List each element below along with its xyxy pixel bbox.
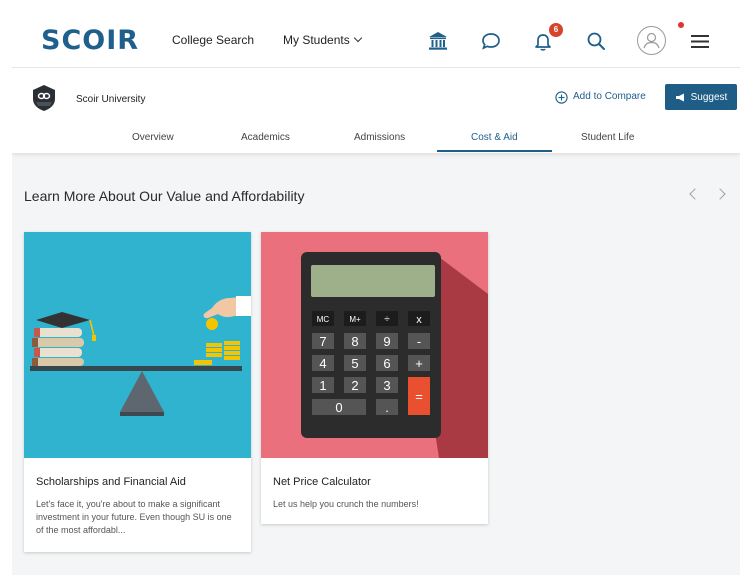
add-to-compare-label: Add to Compare xyxy=(573,91,646,102)
section-title: Learn More About Our Value and Affordabi… xyxy=(24,188,305,204)
calc-key: 0 xyxy=(335,400,342,415)
menu-alert-dot xyxy=(678,22,684,28)
school-name: Scoir University xyxy=(76,94,146,105)
school-header: Scoir University Add to Compare Suggest … xyxy=(12,68,740,154)
nav-college-search[interactable]: College Search xyxy=(172,33,254,47)
calc-key: MC xyxy=(317,315,330,324)
calculator-illustration: MC M+ ÷ x 7 8 9 - 4 5 6 + 1 2 3 = 0 . xyxy=(261,232,488,458)
calc-key: 3 xyxy=(383,378,390,393)
tab-student-life[interactable]: Student Life xyxy=(581,132,634,144)
calc-key: 4 xyxy=(319,356,326,371)
add-to-compare-button[interactable]: Add to Compare xyxy=(555,90,646,104)
calc-key: ÷ xyxy=(384,314,390,325)
tab-cost-aid[interactable]: Cost & Aid xyxy=(471,132,518,144)
nav-my-students[interactable]: My Students xyxy=(283,33,362,47)
menu-icon[interactable] xyxy=(687,28,713,54)
calc-key: = xyxy=(415,389,423,404)
card-scholarships[interactable]: Scholarships and Financial Aid Let's fac… xyxy=(24,232,251,552)
tab-overview[interactable]: Overview xyxy=(132,132,174,144)
calc-key: - xyxy=(417,334,421,349)
calc-key: 7 xyxy=(319,334,326,349)
card-description: Let us help you crunch the numbers! xyxy=(273,499,419,509)
tab-admissions[interactable]: Admissions xyxy=(354,132,405,144)
suggest-button[interactable]: Suggest xyxy=(665,84,737,110)
card-title: Scholarships and Financial Aid xyxy=(36,476,186,488)
scale-illustration xyxy=(24,232,251,458)
app-frame: SCOIR College Search My Students 6 Scoir… xyxy=(12,14,740,575)
card-description: Let's face it, you're about to make a si… xyxy=(36,499,232,535)
megaphone-icon xyxy=(675,93,684,101)
plus-circle-icon xyxy=(555,90,568,104)
calc-key: 5 xyxy=(351,356,358,371)
suggest-label: Suggest xyxy=(690,91,728,103)
search-icon[interactable] xyxy=(583,28,609,54)
chat-icon[interactable] xyxy=(478,28,504,54)
card-title: Net Price Calculator xyxy=(273,476,371,488)
calc-key: . xyxy=(385,400,389,415)
chevron-down-icon xyxy=(353,33,362,43)
chevron-left-icon[interactable] xyxy=(689,188,701,200)
calc-key: M+ xyxy=(349,315,361,324)
calc-key: 6 xyxy=(383,356,390,371)
tab-academics[interactable]: Academics xyxy=(241,132,290,144)
avatar[interactable] xyxy=(637,26,666,55)
notification-badge: 6 xyxy=(549,23,563,37)
chevron-right-icon[interactable] xyxy=(714,188,726,200)
top-navigation: SCOIR College Search My Students 6 xyxy=(12,14,740,68)
school-tabs: Overview Academics Admissions Cost & Aid… xyxy=(12,126,740,154)
calc-key: 9 xyxy=(383,334,390,349)
calc-key: 1 xyxy=(319,378,326,393)
card-net-price-calculator[interactable]: MC M+ ÷ x 7 8 9 - 4 5 6 + 1 2 3 = 0 . Ne… xyxy=(261,232,488,524)
school-logo-icon xyxy=(33,85,55,111)
calc-key: x xyxy=(416,314,422,326)
institution-icon[interactable] xyxy=(425,28,451,54)
nav-my-students-label: My Students xyxy=(283,33,350,47)
user-icon xyxy=(643,32,660,49)
active-tab-indicator xyxy=(437,150,552,152)
calc-key: 2 xyxy=(351,378,358,393)
calc-key: + xyxy=(415,356,423,371)
calc-key: 8 xyxy=(351,334,358,349)
scoir-logo[interactable]: SCOIR xyxy=(41,26,139,56)
